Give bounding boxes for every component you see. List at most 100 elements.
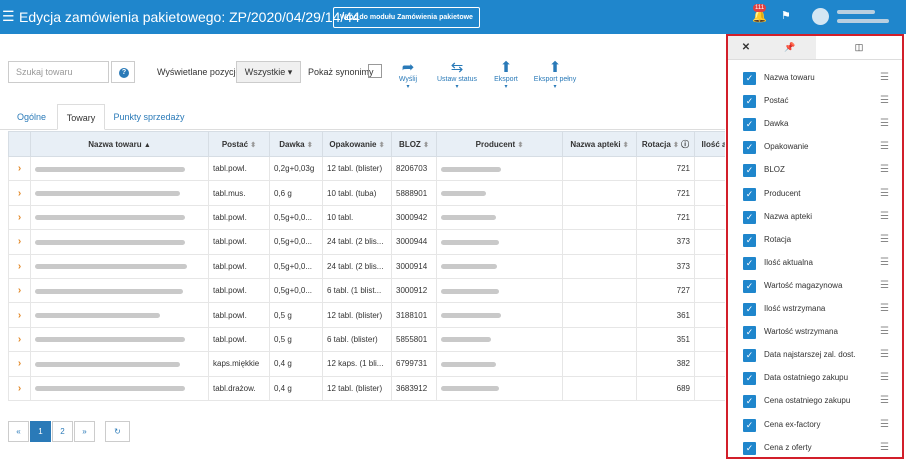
pin-icon[interactable]: 📌 bbox=[764, 36, 816, 59]
checkbox-checked-icon[interactable]: ✓ bbox=[743, 372, 756, 386]
checkbox-checked-icon[interactable]: ✓ bbox=[743, 395, 756, 409]
checkbox-checked-icon[interactable]: ✓ bbox=[743, 256, 756, 270]
column-list-item[interactable]: ✓ Cena ostatniego zakupu ☰ bbox=[728, 390, 902, 413]
column-list-item[interactable]: ✓ Opakowanie ☰ bbox=[728, 136, 902, 159]
export-full-button[interactable]: ⬆ Eksport pełny ▾ bbox=[530, 59, 580, 91]
drag-handle-icon[interactable]: ☰ bbox=[880, 280, 889, 291]
checkbox-checked-icon[interactable]: ✓ bbox=[743, 164, 756, 178]
prev-page-button[interactable]: « bbox=[8, 421, 29, 442]
drag-handle-icon[interactable]: ☰ bbox=[880, 188, 889, 199]
drag-handle-icon[interactable]: ☰ bbox=[880, 72, 889, 83]
column-list-item[interactable]: ✓ Wartość wstrzymana ☰ bbox=[728, 321, 902, 344]
drag-handle-icon[interactable]: ☰ bbox=[880, 419, 889, 430]
table-row[interactable]: › kaps.miękkie 0,4 g 12 kaps. (1 bli... 6799… bbox=[8, 351, 725, 377]
column-header[interactable]: Ilość a bbox=[694, 131, 725, 157]
table-row[interactable]: › tabl.powl. 0,5g+0,0... 24 tabl. (2 blis..… bbox=[8, 229, 725, 255]
synonyms-checkbox[interactable] bbox=[368, 64, 382, 78]
column-header[interactable]: Opakowanie ⬍ bbox=[322, 131, 392, 157]
expand-row-icon[interactable]: › bbox=[8, 180, 31, 206]
column-header[interactable]: Rotacja ⬍ ⓘ bbox=[636, 131, 695, 157]
checkbox-checked-icon[interactable]: ✓ bbox=[743, 303, 756, 316]
set-status-button[interactable]: ⇆ Ustaw status ▾ bbox=[433, 59, 481, 91]
table-row[interactable]: › tabl.drażow. 0,4 g 12 tabl. (blister) 3683… bbox=[8, 375, 725, 401]
column-list-item[interactable]: ✓ Nazwa apteki ☰ bbox=[728, 206, 902, 229]
send-button[interactable]: ➦ Wyślij ▾ bbox=[396, 59, 420, 91]
hamburger-menu-icon[interactable]: ☰ bbox=[2, 8, 15, 24]
expand-row-icon[interactable]: › bbox=[8, 375, 31, 401]
search-input[interactable] bbox=[8, 61, 109, 83]
next-page-button[interactable]: » bbox=[74, 421, 95, 442]
page-2-button[interactable]: 2 bbox=[52, 421, 73, 442]
column-header[interactable]: Producent ⬍ bbox=[436, 131, 563, 157]
column-list-item[interactable]: ✓ Ilość aktualna ☰ bbox=[728, 252, 902, 275]
checkbox-checked-icon[interactable]: ✓ bbox=[743, 233, 756, 247]
column-header[interactable]: Dawka ⬍ bbox=[269, 131, 323, 157]
tab-points-of-sale[interactable]: Punkty sprzedaży bbox=[110, 104, 188, 130]
column-list-item[interactable]: ✓ Dawka ☰ bbox=[728, 113, 902, 136]
back-to-module-button[interactable]: Wróć do modułu Zamówienia pakietowe bbox=[333, 7, 480, 28]
drag-handle-icon[interactable]: ☰ bbox=[880, 326, 889, 337]
expand-row-icon[interactable]: › bbox=[8, 277, 31, 304]
column-list-item[interactable]: ✓ Cena z oferty ☰ bbox=[728, 437, 902, 457]
checkbox-checked-icon[interactable]: ✓ bbox=[743, 72, 756, 85]
flag-icon[interactable]: ⚑ bbox=[781, 9, 791, 22]
expand-row-icon[interactable]: › bbox=[8, 204, 31, 231]
checkbox-checked-icon[interactable]: ✓ bbox=[743, 187, 756, 201]
columns-icon[interactable]: ◫ bbox=[816, 36, 902, 59]
close-icon[interactable]: ✕ bbox=[728, 36, 764, 59]
drag-handle-icon[interactable]: ☰ bbox=[880, 234, 889, 245]
column-header[interactable]: Postać ⬍ bbox=[208, 131, 270, 157]
table-row[interactable]: › tabl.powl. 0,5 g 12 tabl. (blister) 318810… bbox=[8, 302, 725, 328]
column-list-item[interactable]: ✓ Wartość magazynowa ☰ bbox=[728, 275, 902, 298]
help-button[interactable]: ? bbox=[111, 61, 135, 83]
expand-row-icon[interactable]: › bbox=[8, 302, 31, 328]
tab-general[interactable]: Ogólne bbox=[8, 104, 55, 130]
column-list-item[interactable]: ✓ Nazwa towaru ☰ bbox=[728, 67, 902, 90]
drag-handle-icon[interactable]: ☰ bbox=[880, 257, 889, 268]
drag-handle-icon[interactable]: ☰ bbox=[880, 164, 889, 175]
drag-handle-icon[interactable]: ☰ bbox=[880, 303, 889, 314]
table-row[interactable]: › tabl.powl. 0,5 g6 tabl. (blister) 5855801… bbox=[8, 326, 725, 353]
expand-row-icon[interactable]: › bbox=[8, 155, 31, 182]
table-row[interactable]: › tabl.powl. 0,5g+0,0... 6 tabl. (1 blist..… bbox=[8, 277, 725, 304]
drag-handle-icon[interactable]: ☰ bbox=[880, 118, 889, 129]
expand-row-icon[interactable]: › bbox=[8, 253, 31, 279]
avatar[interactable] bbox=[812, 8, 829, 25]
column-list-item[interactable]: ✓ Data ostatniego zakupu ☰ bbox=[728, 367, 902, 390]
drag-handle-icon[interactable]: ☰ bbox=[880, 349, 889, 360]
expand-row-icon[interactable]: › bbox=[8, 229, 31, 255]
drag-handle-icon[interactable]: ☰ bbox=[880, 442, 889, 453]
column-list-item[interactable]: ✓ Rotacja ☰ bbox=[728, 229, 902, 252]
table-row[interactable]: › tabl.powl. 0,5g+0,0... 10 tabl. 3000942 721 bbox=[8, 204, 725, 231]
tab-products[interactable]: Towary bbox=[57, 104, 105, 130]
table-row[interactable]: › tabl.powl. 0,5g+0,0... 24 tabl. (2 blis..… bbox=[8, 253, 725, 279]
column-list-item[interactable]: ✓ Postać ☰ bbox=[728, 90, 902, 113]
column-list-item[interactable]: ✓ Cena ex-factory ☰ bbox=[728, 414, 902, 437]
checkbox-checked-icon[interactable]: ✓ bbox=[743, 441, 756, 455]
drag-handle-icon[interactable]: ☰ bbox=[880, 395, 889, 406]
drag-handle-icon[interactable]: ☰ bbox=[880, 211, 889, 222]
drag-handle-icon[interactable]: ☰ bbox=[880, 141, 889, 152]
checkbox-checked-icon[interactable]: ✓ bbox=[743, 95, 756, 109]
expand-row-icon[interactable]: › bbox=[8, 351, 31, 377]
checkbox-checked-icon[interactable]: ✓ bbox=[743, 279, 756, 293]
column-list-item[interactable]: ✓ BLOZ ☰ bbox=[728, 159, 902, 182]
drag-handle-icon[interactable]: ☰ bbox=[880, 95, 889, 106]
checkbox-checked-icon[interactable]: ✓ bbox=[743, 141, 756, 155]
column-header[interactable]: BLOZ ⬍ bbox=[391, 131, 437, 157]
checkbox-checked-icon[interactable]: ✓ bbox=[743, 418, 756, 432]
column-header[interactable]: Nazwa apteki ⬍ bbox=[562, 131, 637, 157]
column-list-item[interactable]: ✓ Producent ☰ bbox=[728, 183, 902, 206]
checkbox-checked-icon[interactable]: ✓ bbox=[743, 118, 756, 132]
export-button[interactable]: ⬆ Eksport ▾ bbox=[491, 59, 521, 91]
page-1-button[interactable]: 1 bbox=[30, 421, 51, 442]
positions-select[interactable]: Wszystkie ▾ bbox=[236, 61, 301, 83]
refresh-button[interactable]: ↻ bbox=[105, 421, 130, 442]
column-list-item[interactable]: ✓ Ilość wstrzymana ☰ bbox=[728, 298, 902, 321]
table-row[interactable]: › tabl.powl. 0,2g+0,03g 12 tabl. (blister) 8… bbox=[8, 155, 725, 182]
column-header[interactable]: Nazwa towaru ▲ bbox=[30, 131, 209, 157]
checkbox-checked-icon[interactable]: ✓ bbox=[743, 326, 756, 340]
checkbox-checked-icon[interactable]: ✓ bbox=[743, 349, 756, 363]
drag-handle-icon[interactable]: ☰ bbox=[880, 372, 889, 383]
column-list-item[interactable]: ✓ Data najstarszej zal. dost. ☰ bbox=[728, 344, 902, 367]
